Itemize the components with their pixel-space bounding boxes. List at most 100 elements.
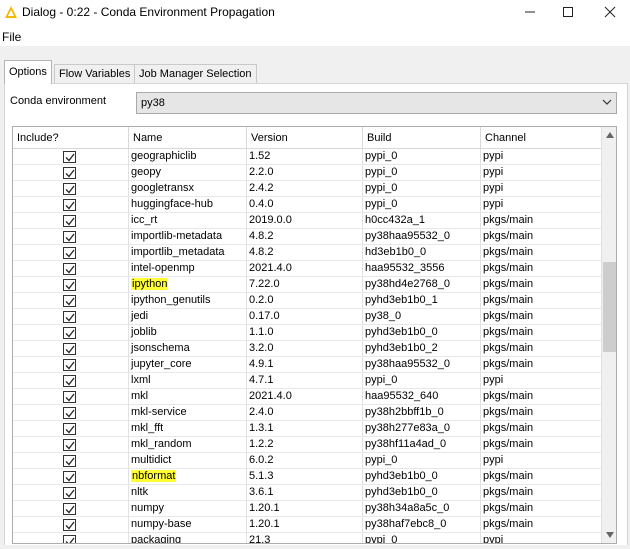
include-checkbox[interactable] [63,423,76,435]
include-checkbox[interactable] [63,215,76,227]
table-row[interactable]: jupyter_core 4.9.1 py38haa95532_0 pkgs/main [13,357,601,373]
include-checkbox[interactable] [63,311,76,323]
include-checkbox[interactable] [63,391,76,403]
include-cell [13,309,129,325]
checkmark-icon [65,169,75,178]
table-row[interactable]: numpy-base 1.20.1 py38haf7ebc8_0 pkgs/main [13,517,601,533]
include-cell [13,405,129,421]
scroll-up-button[interactable] [602,127,616,143]
include-checkbox[interactable] [63,535,76,543]
include-checkbox[interactable] [63,359,76,371]
include-checkbox[interactable] [63,183,76,195]
include-checkbox[interactable] [63,279,76,291]
include-checkbox[interactable] [63,199,76,211]
version-cell: 6.0.2 [247,453,363,469]
include-checkbox[interactable] [63,343,76,355]
tab-job-manager-selection[interactable]: Job Manager Selection [134,64,257,83]
table-row[interactable]: nbformat 5.1.3 pyhd3eb1b0_0 pkgs/main [13,469,601,485]
table-row[interactable]: geopy 2.2.0 pypi_0 pypi [13,165,601,181]
include-checkbox[interactable] [63,231,76,243]
include-checkbox[interactable] [63,407,76,419]
table-row[interactable]: googletransx 2.4.2 pypi_0 pypi [13,181,601,197]
table-row[interactable]: huggingface-hub 0.4.0 pypi_0 pypi [13,197,601,213]
conda-environment-select[interactable]: py38 [136,92,617,114]
include-checkbox[interactable] [63,151,76,163]
version-cell: 3.6.1 [247,485,363,501]
vertical-scrollbar[interactable] [601,127,616,543]
scrollbar-thumb[interactable] [603,262,616,352]
build-text: py38h277e83a_0 [365,422,451,434]
include-checkbox[interactable] [63,439,76,451]
name-text: mkl-service [131,406,187,418]
tab-flow-variables[interactable]: Flow Variables [54,64,136,83]
table-row[interactable]: lxml 4.7.1 pypi_0 pypi [13,373,601,389]
window-title: Dialog - 0:22 - Conda Environment Propag… [22,5,275,19]
include-checkbox[interactable] [63,375,76,387]
table-row[interactable]: intel-openmp 2021.4.0 haa95532_3556 pkgs/ma… [13,261,601,277]
header-version[interactable]: Version [247,127,363,149]
table-row[interactable]: ipython 7.22.0 py38hd4e2768_0 pkgs/main [13,277,601,293]
table-row[interactable]: jedi 0.17.0 py38_0 pkgs/main [13,309,601,325]
include-checkbox[interactable] [63,471,76,483]
checkmark-icon [65,217,75,226]
checkmark-icon [65,329,75,338]
version-text: 2021.4.0 [249,390,292,402]
header-channel[interactable]: Channel [481,127,601,149]
table-row[interactable]: nltk 3.6.1 pyhd3eb1b0_0 pkgs/main [13,485,601,501]
include-checkbox[interactable] [63,519,76,531]
scroll-down-button[interactable] [602,527,616,543]
tab-options[interactable]: Options [4,60,52,84]
build-cell: py38hd4e2768_0 [363,277,481,293]
table-row[interactable]: mkl_random 1.2.2 py38hf11a4ad_0 pkgs/main [13,437,601,453]
checkmark-icon [65,361,75,370]
close-button[interactable] [590,0,630,24]
channel-text: pkgs/main [483,486,534,498]
build-text: pyhd3eb1b0_0 [365,326,438,338]
include-checkbox[interactable] [63,295,76,307]
table-row[interactable]: jsonschema 3.2.0 pyhd3eb1b0_2 pkgs/main [13,341,601,357]
include-checkbox[interactable] [63,327,76,339]
build-cell: pypi_0 [363,181,481,197]
warning-triangle-icon [5,6,17,18]
include-cell [13,341,129,357]
table-row[interactable]: multidict 6.0.2 pypi_0 pypi [13,453,601,469]
table-row[interactable]: numpy 1.20.1 py38h34a8a5c_0 pkgs/main [13,501,601,517]
minimize-button[interactable] [510,0,550,24]
header-name[interactable]: Name [129,127,247,149]
version-cell: 21.3 [247,533,363,543]
table-row[interactable]: ipython_genutils 0.2.0 pyhd3eb1b0_1 pkgs/ma… [13,293,601,309]
name-text: joblib [131,326,157,338]
maximize-button[interactable] [548,0,588,24]
channel-cell: pkgs/main [481,485,601,501]
build-cell: pyhd3eb1b0_0 [363,485,481,501]
version-cell: 2.2.0 [247,165,363,181]
table-row[interactable]: mkl_fft 1.3.1 py38h277e83a_0 pkgs/main [13,421,601,437]
include-checkbox[interactable] [63,503,76,515]
build-cell: pypi_0 [363,533,481,544]
build-cell: haa95532_640 [363,389,481,405]
build-text: py38h2bbff1b_0 [365,406,444,418]
table-row[interactable]: importlib-metadata 4.8.2 py38haa95532_0 pkg… [13,229,601,245]
version-cell: 1.52 [247,149,363,165]
table-row[interactable]: mkl-service 2.4.0 py38h2bbff1b_0 pkgs/main [13,405,601,421]
include-checkbox[interactable] [63,487,76,499]
include-checkbox[interactable] [63,455,76,467]
include-checkbox[interactable] [63,247,76,259]
table-row[interactable]: mkl 2021.4.0 haa95532_640 pkgs/main [13,389,601,405]
header-include[interactable]: Include? [13,127,129,149]
channel-text: pkgs/main [483,470,534,482]
table-row[interactable]: packaging 21.3 pypi_0 pypi [13,533,601,544]
menu-file[interactable]: File [2,30,21,44]
build-text: pypi_0 [365,534,398,544]
channel-cell: pkgs/main [481,213,601,229]
table-row[interactable]: icc_rt 2019.0.0 h0cc432a_1 pkgs/main [13,213,601,229]
table-row[interactable]: importlib_metadata 4.8.2 hd3eb1b0_0 pkgs/ma… [13,245,601,261]
header-build[interactable]: Build [363,127,481,149]
include-cell [13,149,129,165]
name-cell: intel-openmp [129,261,247,277]
include-checkbox[interactable] [63,263,76,275]
table-row[interactable]: geographiclib 1.52 pypi_0 pypi [13,149,601,165]
table-row[interactable]: joblib 1.1.0 pyhd3eb1b0_0 pkgs/main [13,325,601,341]
include-cell [13,245,129,261]
include-checkbox[interactable] [63,167,76,179]
